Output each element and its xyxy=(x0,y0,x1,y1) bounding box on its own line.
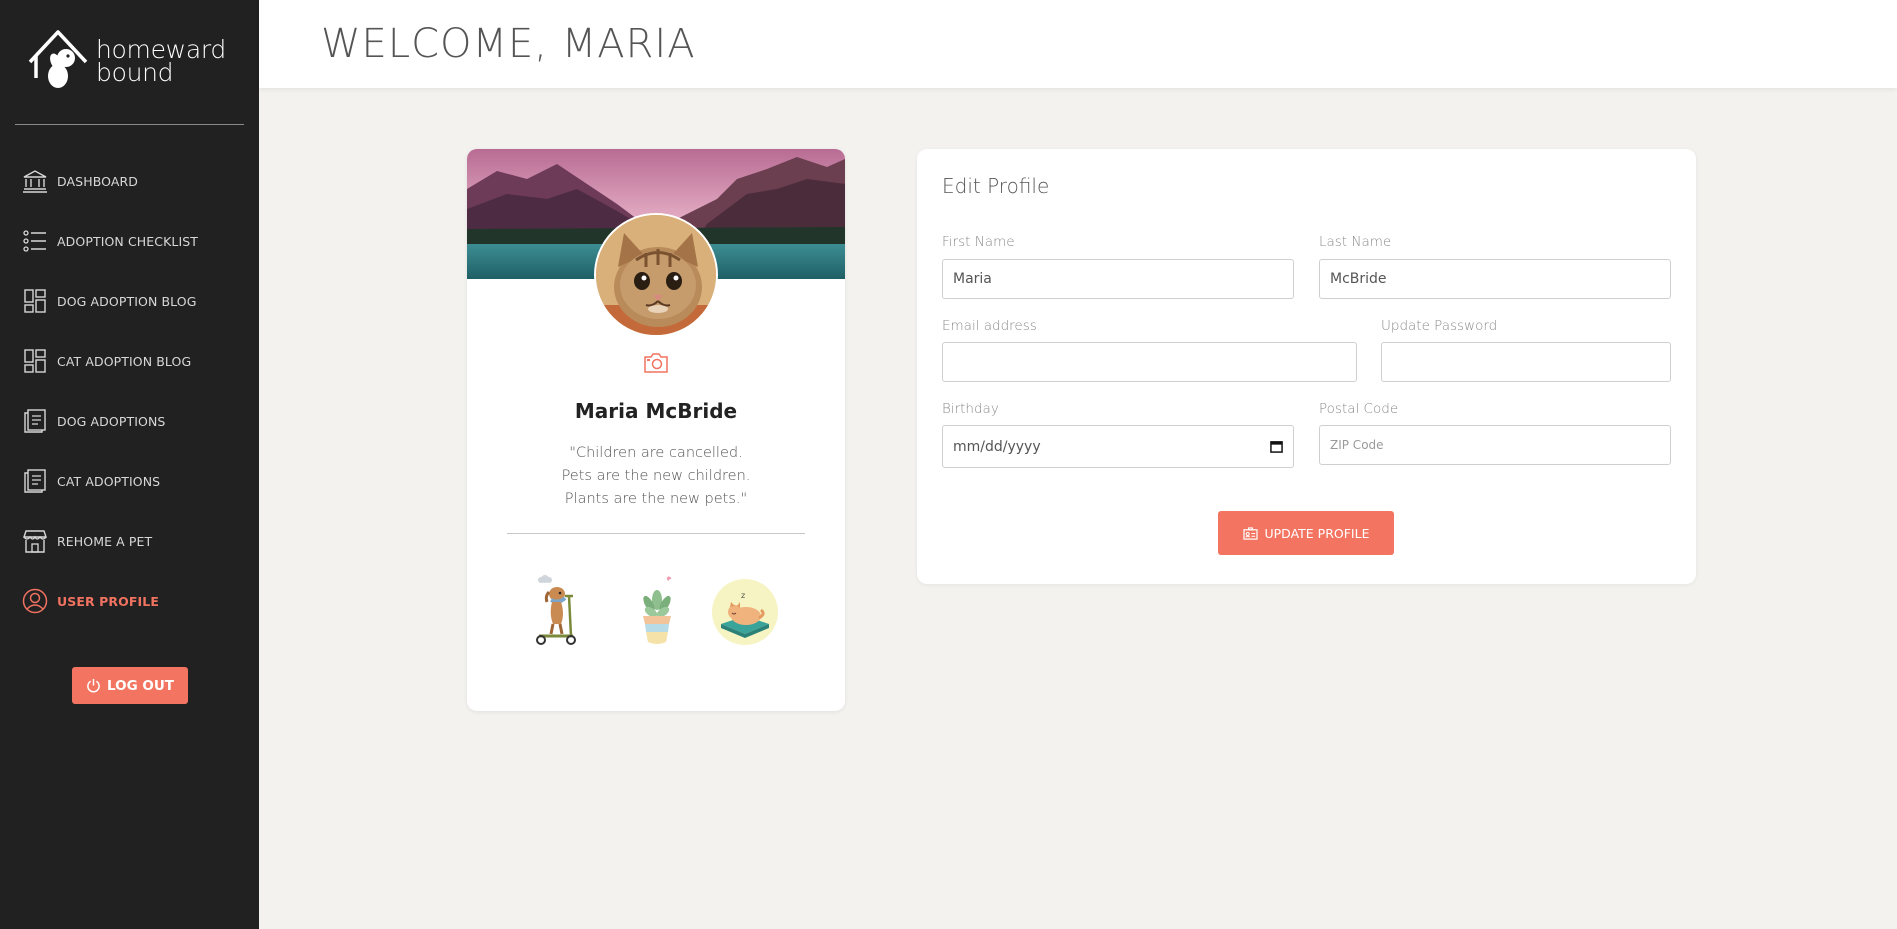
cat-avatar-image xyxy=(596,215,716,335)
dog-on-scooter-icon xyxy=(536,575,576,645)
quote-line: Plants are the new pets." xyxy=(564,491,748,507)
cat-on-cushion-icon: z xyxy=(712,579,778,645)
page-title: WELCOME, MARIA xyxy=(321,21,696,67)
sidebar-item-dog-adoption-blog[interactable]: DOG ADOPTION BLOG xyxy=(0,279,259,323)
sidebar-item-label: ADOPTION CHECKLIST xyxy=(57,233,199,249)
update-profile-label: UPDATE PROFILE xyxy=(1264,525,1370,541)
profile-card: Maria McBride "Children are cancelled. P… xyxy=(467,149,845,711)
first-name-field[interactable]: Maria xyxy=(942,259,1294,299)
sidebar-item-cat-adoptions[interactable]: CAT ADOPTIONS xyxy=(0,459,259,503)
dashboard-layout-icon xyxy=(22,348,48,374)
email-label: Email address xyxy=(942,318,1037,334)
last-name-label: Last Name xyxy=(1319,234,1392,250)
profile-quote: "Children are cancelled. Pets are the ne… xyxy=(467,442,845,511)
update-password-field[interactable] xyxy=(1381,342,1671,382)
sidebar-item-label: DOG ADOPTIONS xyxy=(57,413,166,429)
power-icon xyxy=(87,678,100,693)
logout-label: LOG OUT xyxy=(106,677,175,694)
sidebar-divider xyxy=(15,124,244,125)
id-card-icon xyxy=(1242,526,1258,540)
sidebar-item-label: DASHBOARD xyxy=(57,173,139,189)
document-icon xyxy=(22,468,48,494)
first-name-label: First Name xyxy=(942,234,1015,250)
brand-line-2: bound xyxy=(96,58,174,87)
user-circle-icon xyxy=(22,588,48,614)
postal-code-field[interactable]: ZIP Code xyxy=(1319,425,1671,465)
sidebar-item-rehome-a-pet[interactable]: REHOME A PET xyxy=(0,519,259,563)
update-password-label: Update Password xyxy=(1381,318,1498,334)
sidebar-item-user-profile[interactable]: USER PROFILE xyxy=(0,579,259,623)
sidebar-item-label: CAT ADOPTIONS xyxy=(57,473,161,489)
card-divider xyxy=(507,533,805,534)
birthday-date-field[interactable]: mm/dd/yyyy xyxy=(942,425,1294,468)
sidebar-item-cat-adoption-blog[interactable]: CAT ADOPTION BLOG xyxy=(0,339,259,383)
logout-button[interactable]: LOG OUT xyxy=(72,667,188,704)
update-profile-button[interactable]: UPDATE PROFILE xyxy=(1218,511,1394,555)
birthday-placeholder: mm/dd/yyyy xyxy=(953,438,1041,455)
document-icon xyxy=(22,408,48,434)
edit-profile-card: Edit Profile First Name Maria Last Name … xyxy=(917,149,1696,584)
quote-line: "Children are cancelled. xyxy=(569,445,743,461)
svg-text:z: z xyxy=(741,591,745,600)
bank-icon xyxy=(22,168,48,194)
profile-name: Maria McBride xyxy=(574,399,738,423)
pet-illustrations: z xyxy=(467,574,845,654)
sidebar-item-label: USER PROFILE xyxy=(57,593,159,609)
camera-icon[interactable] xyxy=(643,352,669,374)
postal-code-label: Postal Code xyxy=(1319,401,1399,417)
sidebar-item-label: CAT ADOPTION BLOG xyxy=(57,353,192,369)
birthday-label: Birthday xyxy=(942,401,999,417)
succulent-plant-icon xyxy=(643,576,672,644)
calendar-icon[interactable] xyxy=(1270,440,1283,453)
last-name-field[interactable]: McBride xyxy=(1319,259,1671,299)
brand-logo[interactable]: homeward bound xyxy=(26,28,236,98)
sidebar-item-dog-adoptions[interactable]: DOG ADOPTIONS xyxy=(0,399,259,443)
brand-name: homeward bound xyxy=(96,37,226,87)
sidebar: homeward bound DASHBOARD ADOPTION CHECKL… xyxy=(0,0,259,929)
edit-profile-title: Edit Profile xyxy=(942,174,1050,198)
page-header: WELCOME, MARIA xyxy=(259,0,1897,88)
sidebar-item-dashboard[interactable]: DASHBOARD xyxy=(0,159,259,203)
quote-line: Pets are the new children. xyxy=(561,468,751,484)
storefront-icon xyxy=(22,528,48,554)
sidebar-item-label: DOG ADOPTION BLOG xyxy=(57,293,197,309)
sidebar-item-adoption-checklist[interactable]: ADOPTION CHECKLIST xyxy=(0,219,259,263)
checklist-icon xyxy=(22,228,48,254)
avatar[interactable] xyxy=(594,213,718,337)
house-dog-logo-icon xyxy=(28,30,88,88)
email-field[interactable] xyxy=(942,342,1357,382)
dashboard-layout-icon xyxy=(22,288,48,314)
sidebar-item-label: REHOME A PET xyxy=(57,533,153,549)
